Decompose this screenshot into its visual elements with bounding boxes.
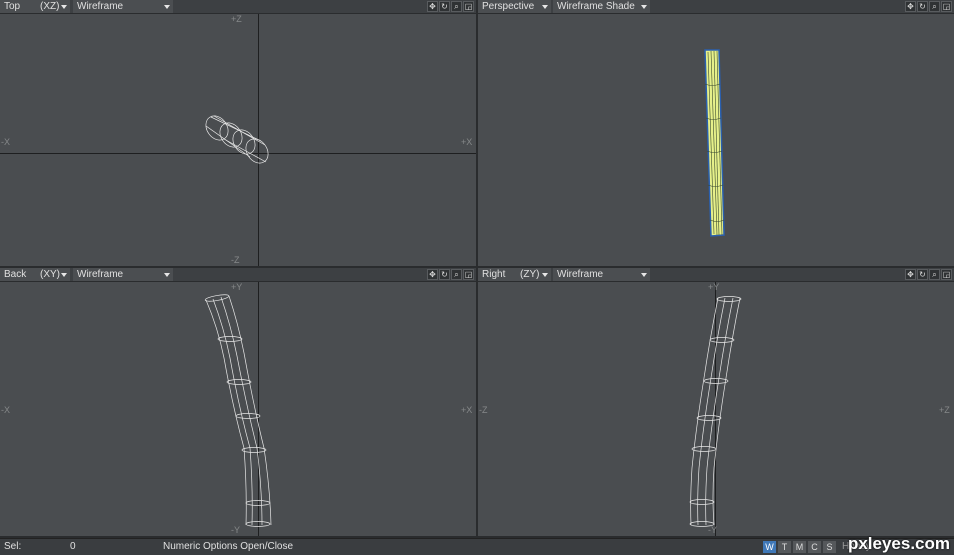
mode-button-c[interactable]: C — [808, 541, 821, 553]
rotate-view-icon[interactable]: ↻ — [439, 1, 450, 12]
render-mode-label: Wireframe — [77, 1, 124, 12]
status-bar: Sel: 0 Numeric Options Open/Close W T M … — [0, 538, 954, 555]
move-view-icon[interactable]: ✥ — [427, 1, 438, 12]
render-mode-dropdown[interactable]: Wireframe Shade — [553, 0, 650, 13]
watermark: pxleyes.com — [847, 534, 950, 553]
status-message: Numeric Options Open/Close — [163, 541, 294, 552]
render-mode-dropdown[interactable]: Wireframe — [73, 268, 173, 281]
zoom-view-icon[interactable]: ⌕ — [929, 1, 940, 12]
view-type-dropdown[interactable]: Right (ZY) — [478, 268, 551, 281]
render-mode-dropdown[interactable]: Wireframe — [73, 0, 173, 13]
shaded-mesh — [704, 49, 725, 237]
render-mode-dropdown[interactable]: Wireframe — [553, 268, 650, 281]
rotate-view-icon[interactable]: ↻ — [439, 269, 450, 280]
viewport-right-header: Right (ZY) Wireframe ✥ ↻ ⌕ ◲ — [478, 268, 954, 282]
view-type-label: Perspective — [482, 1, 535, 12]
viewport-controls: ✥ ↻ ⌕ ◲ — [905, 1, 952, 12]
viewport-top-header: Top (XZ) Wireframe ✥ ↻ ⌕ ◲ — [0, 0, 476, 14]
chevron-down-icon — [641, 273, 647, 277]
viewport-perspective-header: Perspective Wireframe Shade ✥ ↻ ⌕ ◲ — [478, 0, 954, 14]
viewport-back-header: Back (XY) Wireframe ✥ ↻ ⌕ ◲ — [0, 268, 476, 282]
view-type-dropdown[interactable]: Perspective — [478, 0, 551, 13]
chevron-down-icon — [61, 5, 67, 9]
viewport-top[interactable]: Top (XZ) Wireframe ✥ ↻ ⌕ ◲ +Z -Z -X +X — [0, 0, 476, 266]
zoom-view-icon[interactable]: ⌕ — [451, 1, 462, 12]
render-mode-label: Wireframe — [77, 269, 124, 280]
chevron-down-icon — [542, 273, 548, 277]
render-mode-label: Wireframe — [557, 269, 604, 280]
viewport-controls: ✥ ↻ ⌕ ◲ — [427, 1, 474, 12]
selection-count: 0 — [70, 541, 76, 552]
viewport-right[interactable]: Right (ZY) Wireframe ✥ ↻ ⌕ ◲ +Y -Y -Z +Z — [478, 268, 954, 536]
viewport-controls: ✥ ↻ ⌕ ◲ — [905, 269, 952, 280]
selection-label: Sel: — [4, 541, 22, 552]
view-axes-label: (XY) — [40, 269, 60, 280]
view-type-label: Right — [482, 269, 506, 280]
maximize-view-icon[interactable]: ◲ — [941, 1, 952, 12]
mode-button-t[interactable]: T — [778, 541, 791, 553]
move-view-icon[interactable]: ✥ — [427, 269, 438, 280]
view-type-dropdown[interactable]: Back (XY) — [0, 268, 70, 281]
view-type-label: Top — [4, 1, 21, 12]
chevron-down-icon — [542, 5, 548, 9]
mode-button-w[interactable]: W — [763, 541, 776, 553]
move-view-icon[interactable]: ✥ — [905, 1, 916, 12]
maximize-view-icon[interactable]: ◲ — [463, 1, 474, 12]
maximize-view-icon[interactable]: ◲ — [463, 269, 474, 280]
zoom-view-icon[interactable]: ⌕ — [451, 269, 462, 280]
wireframe-mesh — [205, 115, 269, 164]
chevron-down-icon — [61, 273, 67, 277]
rotate-view-icon[interactable]: ↻ — [917, 269, 928, 280]
mode-button-m[interactable]: M — [793, 541, 806, 553]
zoom-view-icon[interactable]: ⌕ — [929, 269, 940, 280]
view-axes-label: (XZ) — [40, 1, 60, 12]
viewport-perspective[interactable]: Perspective Wireframe Shade ✥ ↻ ⌕ ◲ — [478, 0, 954, 266]
render-mode-label: Wireframe Shade — [557, 1, 635, 12]
view-axes-label: (ZY) — [520, 269, 540, 280]
chevron-down-icon — [164, 5, 170, 9]
move-view-icon[interactable]: ✥ — [905, 269, 916, 280]
view-type-label: Back — [4, 269, 27, 280]
chevron-down-icon — [164, 273, 170, 277]
chevron-down-icon — [641, 5, 647, 9]
rotate-view-icon[interactable]: ↻ — [917, 1, 928, 12]
viewport-back[interactable]: Back (XY) Wireframe ✥ ↻ ⌕ ◲ +Y -Y -X +X — [0, 268, 476, 536]
wireframe-mesh — [204, 294, 272, 527]
view-type-dropdown[interactable]: Top (XZ) — [0, 0, 70, 13]
maximize-view-icon[interactable]: ◲ — [941, 269, 952, 280]
mode-button-s[interactable]: S — [823, 541, 836, 553]
wireframe-mesh — [689, 296, 742, 527]
viewport-controls: ✥ ↻ ⌕ ◲ — [427, 269, 474, 280]
